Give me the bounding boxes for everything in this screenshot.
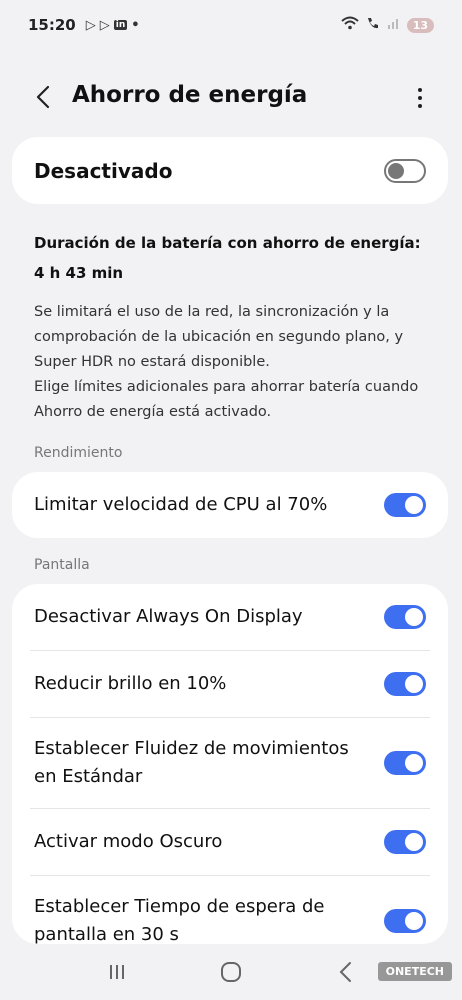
settings-row-label: Limitar velocidad de CPU al 70% [34, 494, 328, 515]
more-options-button[interactable] [408, 86, 432, 110]
settings-row-dark-mode[interactable]: Activar modo Oscuro [12, 809, 448, 875]
cpu-limit-switch[interactable] [384, 493, 426, 517]
dark-mode-switch[interactable] [384, 830, 426, 854]
play-icon: ▷ [99, 17, 110, 33]
master-toggle-row[interactable]: Desactivado [12, 137, 448, 204]
battery-duration-text: Duración de la batería con ahorro de ene… [34, 234, 421, 282]
battery-badge: 13 [406, 17, 434, 33]
settings-row-label: Desactivar Always On Display [34, 606, 303, 627]
settings-row-always-on-display[interactable]: Desactivar Always On Display [12, 584, 448, 650]
info-description-line-1: Se limitará el uso de la red, la sincron… [34, 304, 404, 370]
settings-row-label: Establecer Tiempo de espera de pantalla … [34, 896, 325, 944]
display-card: Desactivar Always On Display Reducir bri… [12, 584, 448, 944]
home-button[interactable] [211, 952, 251, 992]
signal-icon [387, 16, 401, 34]
more-vertical-icon [418, 88, 422, 92]
back-nav-button[interactable] [325, 952, 365, 992]
brightness-switch[interactable] [384, 672, 426, 696]
linkedin-icon: in [113, 20, 128, 30]
master-toggle-switch[interactable] [384, 158, 426, 183]
settings-row-label: Activar modo Oscuro [34, 831, 223, 852]
master-toggle-label: Desactivado [34, 158, 173, 183]
wifi-call-icon [365, 16, 381, 34]
settings-row-cpu-limit[interactable]: Limitar velocidad de CPU al 70% [12, 472, 448, 538]
settings-row-motion-smoothness[interactable]: Establecer Fluidez de movimientos en Est… [12, 718, 448, 808]
back-nav-icon [339, 962, 351, 982]
section-label-performance: Rendimiento [34, 445, 123, 461]
wifi-icon [341, 16, 359, 34]
home-icon [221, 962, 241, 982]
chevron-left-icon [36, 85, 50, 109]
back-button[interactable] [30, 84, 56, 110]
screen-timeout-switch[interactable] [384, 909, 426, 933]
watermark-logo: ONETECH [377, 962, 452, 981]
info-description: Se limitará el uso de la red, la sincron… [34, 300, 434, 425]
section-label-display: Pantalla [34, 557, 90, 573]
status-bar: 15:20 ▷ ▷ in • 13 [0, 0, 462, 50]
settings-row-label: Establecer Fluidez de movimientos en Est… [34, 738, 349, 787]
master-toggle-card[interactable]: Desactivado [12, 137, 448, 204]
recent-apps-button[interactable] [97, 952, 137, 992]
status-time: 15:20 [28, 16, 76, 34]
page-title: Ahorro de energía [72, 82, 308, 108]
always-on-display-switch[interactable] [384, 605, 426, 629]
performance-card: Limitar velocidad de CPU al 70% [12, 472, 448, 538]
play-icon: ▷ [85, 17, 96, 33]
notification-dot-icon: • [131, 17, 140, 33]
motion-smoothness-switch[interactable] [384, 751, 426, 775]
app-header: Ahorro de energía [0, 72, 462, 124]
settings-row-label: Reducir brillo en 10% [34, 673, 227, 694]
info-description-line-2: Elige límites adicionales para ahorrar b… [34, 379, 419, 420]
recent-apps-icon [110, 965, 124, 979]
settings-row-brightness[interactable]: Reducir brillo en 10% [12, 651, 448, 717]
settings-row-screen-timeout[interactable]: Establecer Tiempo de espera de pantalla … [12, 876, 448, 944]
